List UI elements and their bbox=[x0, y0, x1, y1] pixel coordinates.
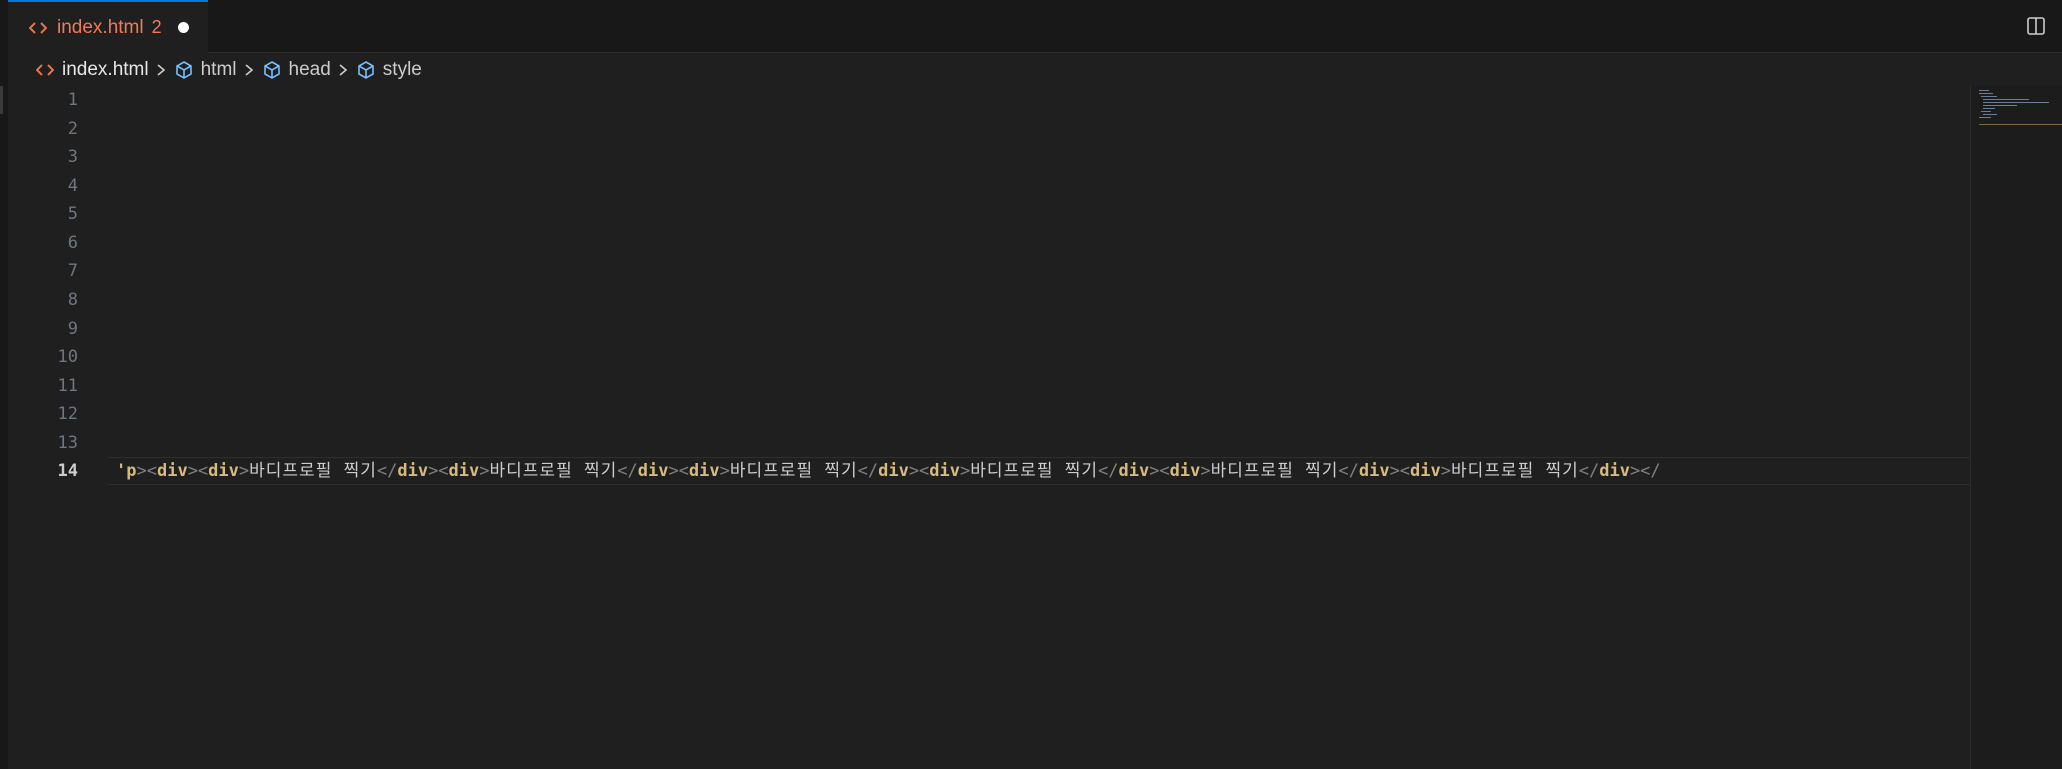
breadcrumb: index.html html head style bbox=[8, 53, 2062, 86]
minimap-line bbox=[1983, 102, 2049, 103]
activity-bar-edge bbox=[0, 0, 8, 769]
tag-name-token: div bbox=[208, 461, 239, 481]
tag-name-token: div bbox=[1169, 461, 1201, 481]
line-number: 6 bbox=[67, 233, 78, 253]
symbol-element-icon bbox=[173, 60, 195, 80]
tab-label: index.html bbox=[57, 16, 144, 38]
minimap-line bbox=[1983, 105, 2017, 106]
minimap-line bbox=[1983, 114, 1997, 115]
punctuation-token: > bbox=[238, 461, 250, 481]
line-number: 8 bbox=[67, 290, 78, 310]
line-number: 13 bbox=[57, 433, 78, 453]
symbol-element-icon bbox=[355, 60, 377, 80]
line-number: 11 bbox=[57, 376, 78, 396]
text-token: 바디프로필 찍기 bbox=[1210, 461, 1339, 481]
tag-name-token: div bbox=[448, 461, 480, 481]
punctuation-token: >< bbox=[428, 461, 449, 481]
breadcrumb-item-head[interactable]: head bbox=[261, 59, 349, 81]
punctuation-token: > bbox=[1200, 461, 1211, 481]
text-token: 바디프로필 찍기 bbox=[1451, 461, 1579, 481]
line-number-gutter: 1 2 3 4 5 6 7 8 9 10 11 12 13 14 bbox=[0, 86, 108, 769]
breadcrumb-item-style[interactable]: style bbox=[355, 59, 422, 81]
tag-name-token: div bbox=[1118, 461, 1150, 481]
problem-count-badge: 2 bbox=[151, 17, 162, 37]
tag-name-token: div bbox=[637, 461, 669, 481]
text-token: 바디프로필 찍기 bbox=[249, 461, 377, 481]
code-line-14[interactable]: 'p><div><div>바디프로필 찍기</div><div>바디프로필 찍기… bbox=[116, 458, 1661, 484]
punctuation-token: </ bbox=[376, 461, 398, 481]
punctuation-token: > bbox=[719, 461, 730, 481]
tag-name-token: div bbox=[1410, 461, 1441, 481]
breadcrumb-label: index.html bbox=[62, 58, 149, 80]
line-number: 2 bbox=[67, 119, 78, 139]
line-number: 9 bbox=[67, 319, 78, 339]
minimap-line bbox=[1979, 93, 1993, 94]
tag-name-token: div bbox=[878, 461, 909, 481]
punctuation-token: </ bbox=[857, 461, 879, 481]
html-file-icon bbox=[27, 18, 49, 38]
line-number: 1 bbox=[67, 90, 78, 110]
minimap-line bbox=[1983, 108, 1995, 109]
tag-name-token: div bbox=[156, 461, 188, 481]
punctuation-token: >< bbox=[668, 461, 689, 481]
line-number: 5 bbox=[67, 204, 78, 224]
line-number: 4 bbox=[67, 176, 78, 196]
punctuation-token: >< bbox=[1389, 461, 1411, 481]
minimap-line bbox=[1979, 124, 2062, 125]
punctuation-token: </ bbox=[617, 461, 638, 481]
minimap-line bbox=[1983, 99, 2029, 100]
minimap-line bbox=[1979, 90, 1989, 91]
minimap-line bbox=[1981, 96, 1997, 97]
chevron-right-icon bbox=[155, 62, 167, 78]
line-number: 7 bbox=[67, 261, 78, 281]
minimap[interactable] bbox=[1970, 86, 2062, 769]
tag-name-token: div bbox=[688, 461, 720, 481]
line-number: 12 bbox=[57, 404, 78, 424]
text-token: 바디프로필 찍기 bbox=[729, 461, 858, 481]
unsaved-dot-icon[interactable] bbox=[177, 22, 189, 33]
punctuation-token: >< bbox=[1149, 461, 1170, 481]
minimap-line bbox=[1981, 111, 1991, 112]
text-token: 바디프로필 찍기 bbox=[970, 461, 1098, 481]
line-number: 3 bbox=[67, 147, 78, 167]
punctuation-token: </ bbox=[1097, 461, 1119, 481]
line-number-active: 14 bbox=[57, 461, 78, 481]
breadcrumb-label: head bbox=[288, 58, 331, 80]
code-area[interactable]: 'p><div><div>바디프로필 찍기</div><div>바디프로필 찍기… bbox=[108, 86, 1970, 769]
split-editor-icon[interactable] bbox=[2024, 14, 2048, 38]
punctuation-token: ></ bbox=[1629, 461, 1661, 481]
line-number: 10 bbox=[57, 347, 78, 367]
text-token: 바디프로필 찍기 bbox=[489, 461, 618, 481]
editor-window: index.html 2 index.html html head style … bbox=[0, 0, 2062, 769]
breadcrumb-item-file[interactable]: index.html bbox=[34, 59, 167, 81]
breadcrumb-item-html[interactable]: html bbox=[173, 59, 255, 81]
symbol-element-icon bbox=[261, 60, 283, 80]
punctuation-token: >< bbox=[187, 461, 209, 481]
punctuation-token: > bbox=[479, 461, 490, 481]
punctuation-token: >< bbox=[908, 461, 930, 481]
tag-name-token: div bbox=[397, 461, 429, 481]
punctuation-token: > bbox=[1440, 461, 1452, 481]
code-editor[interactable]: 1 2 3 4 5 6 7 8 9 10 11 12 13 14 'p><div… bbox=[0, 86, 1970, 769]
punctuation-token: </ bbox=[1578, 461, 1600, 481]
chevron-right-icon bbox=[337, 62, 349, 78]
editor-edge-marker bbox=[0, 86, 3, 114]
tab-index-html[interactable]: index.html 2 bbox=[8, 0, 208, 53]
breadcrumb-label: style bbox=[382, 58, 422, 80]
punctuation-token: > bbox=[960, 461, 971, 481]
punctuation-token: </ bbox=[1338, 461, 1359, 481]
tag-name-token: 'p bbox=[116, 461, 137, 481]
punctuation-token: >< bbox=[136, 461, 157, 481]
tag-name-token: div bbox=[929, 461, 961, 481]
tag-name-token: div bbox=[1358, 461, 1390, 481]
minimap-line bbox=[1979, 117, 1991, 118]
chevron-right-icon bbox=[243, 62, 255, 78]
breadcrumb-label: html bbox=[200, 58, 237, 80]
tab-bar: index.html 2 bbox=[8, 0, 2062, 53]
tag-name-token: div bbox=[1599, 461, 1630, 481]
html-file-icon bbox=[34, 60, 56, 80]
